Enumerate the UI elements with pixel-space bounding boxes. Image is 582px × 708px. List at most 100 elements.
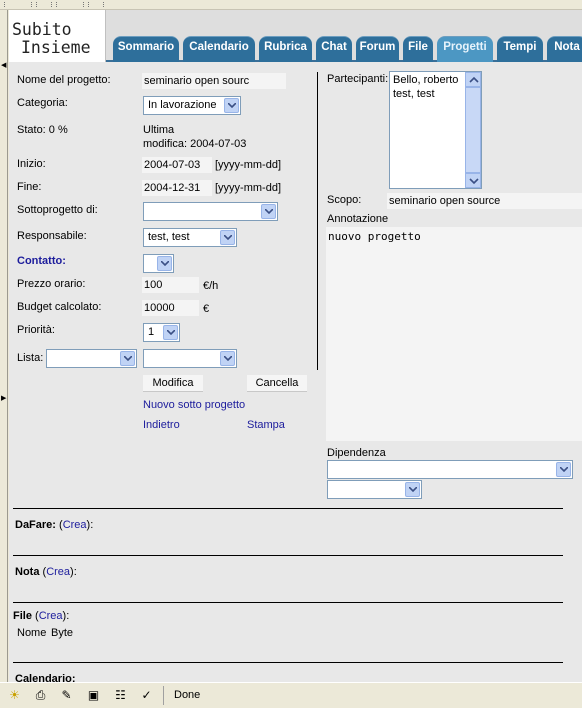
nuovo-sottoprogetto-link[interactable]: Nuovo sotto progetto (143, 399, 245, 411)
priorita-label: Priorità: (17, 324, 55, 336)
status-separator (163, 686, 164, 705)
section-divider (13, 602, 563, 603)
annotazione-textarea[interactable]: nuovo progetto (326, 227, 582, 441)
nota-section-title: Nota (Crea): (15, 566, 77, 578)
nome-label: Nome del progetto: (17, 74, 111, 86)
chevron-down-icon[interactable] (120, 351, 135, 366)
priorita-value: 1 (148, 326, 155, 338)
tab-file[interactable]: File (403, 36, 433, 62)
sottoprogetto-select[interactable] (143, 202, 278, 221)
tab-progetti[interactable]: Progetti (437, 36, 493, 62)
chevron-down-icon[interactable] (261, 204, 276, 219)
indietro-link[interactable]: Indietro (143, 419, 180, 431)
categoria-label: Categoria: (17, 97, 68, 109)
lista-select-2[interactable] (143, 349, 237, 368)
pen-icon[interactable]: ✎ (58, 687, 75, 703)
section-divider (13, 508, 563, 509)
partecipante-item[interactable]: Bello, roberto (393, 74, 458, 86)
window-top-strip (0, 0, 582, 10)
nome-input[interactable]: seminario open sourc (142, 73, 286, 89)
prezzo-unit: €/h (203, 280, 219, 292)
inizio-label: Inizio: (17, 158, 46, 170)
responsabile-value: test, test (148, 231, 190, 243)
scopo-label: Scopo: (327, 194, 362, 206)
scroll-thumb[interactable] (465, 87, 481, 173)
nota-crea-link[interactable]: Crea (46, 566, 70, 578)
frame-splitter[interactable]: ◀ ▶ (0, 10, 8, 682)
dipendenza-select-2[interactable] (327, 480, 422, 499)
logo: Subito Insieme (9, 10, 106, 62)
css-icon[interactable]: ✓ (138, 687, 155, 703)
dafare-section-title: DaFare: (Crea): (15, 519, 93, 531)
tab-chat[interactable]: Chat (316, 36, 352, 62)
modifica-button[interactable]: Modifica (143, 375, 203, 392)
contatto-label[interactable]: Contatto: (17, 255, 66, 267)
responsabile-label: Responsabile: (17, 230, 87, 242)
tab-sommario[interactable]: Sommario (113, 36, 179, 62)
file-label: File (13, 610, 32, 622)
scopo-input[interactable]: seminario open source (387, 193, 582, 209)
status-text: Done (174, 689, 201, 701)
sottoprogetto-label: Sottoprogetto di: (17, 204, 98, 216)
file-crea-link[interactable]: Crea (39, 610, 63, 622)
chevron-down-icon[interactable] (405, 482, 420, 497)
scroll-down-icon[interactable] (465, 173, 481, 188)
prezzo-label: Prezzo orario: (17, 278, 86, 290)
inizio-input[interactable]: 2004-07-03 (142, 157, 212, 173)
expand-arrow-icon[interactable]: ▶ (1, 395, 6, 402)
header: Subito Insieme Sommario Calendario Rubri… (9, 10, 582, 62)
column-divider (317, 72, 318, 370)
tab-tempi[interactable]: Tempi (497, 36, 543, 62)
categoria-value: In lavorazione (148, 99, 217, 111)
paren-close: ): (86, 519, 94, 531)
priorita-select[interactable]: 1 (143, 323, 180, 342)
collapse-arrow-icon[interactable]: ◀ (1, 62, 6, 69)
fine-input[interactable]: 2004-12-31 (142, 180, 212, 196)
budget-label: Budget calcolato: (17, 301, 102, 313)
image-icon[interactable]: ▣ (85, 687, 102, 703)
paren-close: ): (62, 610, 70, 622)
inizio-format-hint: [yyyy-mm-dd] (215, 159, 281, 171)
status-bar: ☀ ⎙ ✎ ▣ ☷ ✓ Done (0, 682, 582, 708)
scroll-up-icon[interactable] (465, 72, 481, 87)
lista-select-1[interactable] (46, 349, 137, 368)
dafare-crea-link[interactable]: Crea (63, 519, 87, 531)
chevron-down-icon[interactable] (224, 98, 239, 113)
partecipante-item[interactable]: test, test (393, 88, 435, 100)
chevron-down-icon[interactable] (220, 351, 235, 366)
printer-icon[interactable]: ⎙ (32, 687, 49, 703)
annotazione-label: Annotazione (327, 213, 389, 225)
chevron-down-icon[interactable] (157, 256, 172, 271)
tab-calendario[interactable]: Calendario (183, 36, 255, 62)
section-divider (13, 555, 563, 556)
cookie-icon[interactable]: ☷ (112, 687, 129, 703)
chevron-down-icon[interactable] (220, 230, 235, 245)
budget-unit: € (203, 303, 210, 315)
partecipanti-scrollbar[interactable] (465, 72, 481, 188)
stato-label: Stato: 0 % (17, 124, 68, 136)
tab-rubrica[interactable]: Rubrica (259, 36, 312, 62)
nota-label: Nota (15, 566, 40, 578)
file-section-title: File (Crea): (13, 610, 69, 622)
tab-nota[interactable]: Nota (547, 36, 582, 62)
sun-icon[interactable]: ☀ (6, 687, 23, 703)
chevron-down-icon[interactable] (556, 462, 571, 477)
lista-label: Lista: (17, 352, 44, 364)
responsabile-select[interactable]: test, test (143, 228, 237, 247)
fine-label: Fine: (17, 181, 42, 193)
partecipanti-listbox[interactable]: Bello, roberto test, test (389, 71, 482, 189)
dipendenza-label: Dipendenza (327, 447, 386, 459)
chevron-down-icon[interactable] (163, 325, 178, 340)
categoria-select[interactable]: In lavorazione (143, 96, 241, 115)
contatto-select[interactable] (143, 254, 174, 273)
section-divider (13, 662, 563, 663)
logo-line-1: Subito (12, 20, 72, 39)
cancella-button[interactable]: Cancella (247, 375, 307, 392)
tab-forum[interactable]: Forum (356, 36, 399, 62)
dafare-label: DaFare: (15, 519, 56, 531)
prezzo-input[interactable]: 100 (142, 277, 199, 293)
stampa-link[interactable]: Stampa (247, 419, 285, 431)
dipendenza-select-1[interactable] (327, 460, 573, 479)
file-col-nome: Nome (17, 627, 47, 639)
budget-input[interactable]: 10000 (142, 300, 199, 316)
